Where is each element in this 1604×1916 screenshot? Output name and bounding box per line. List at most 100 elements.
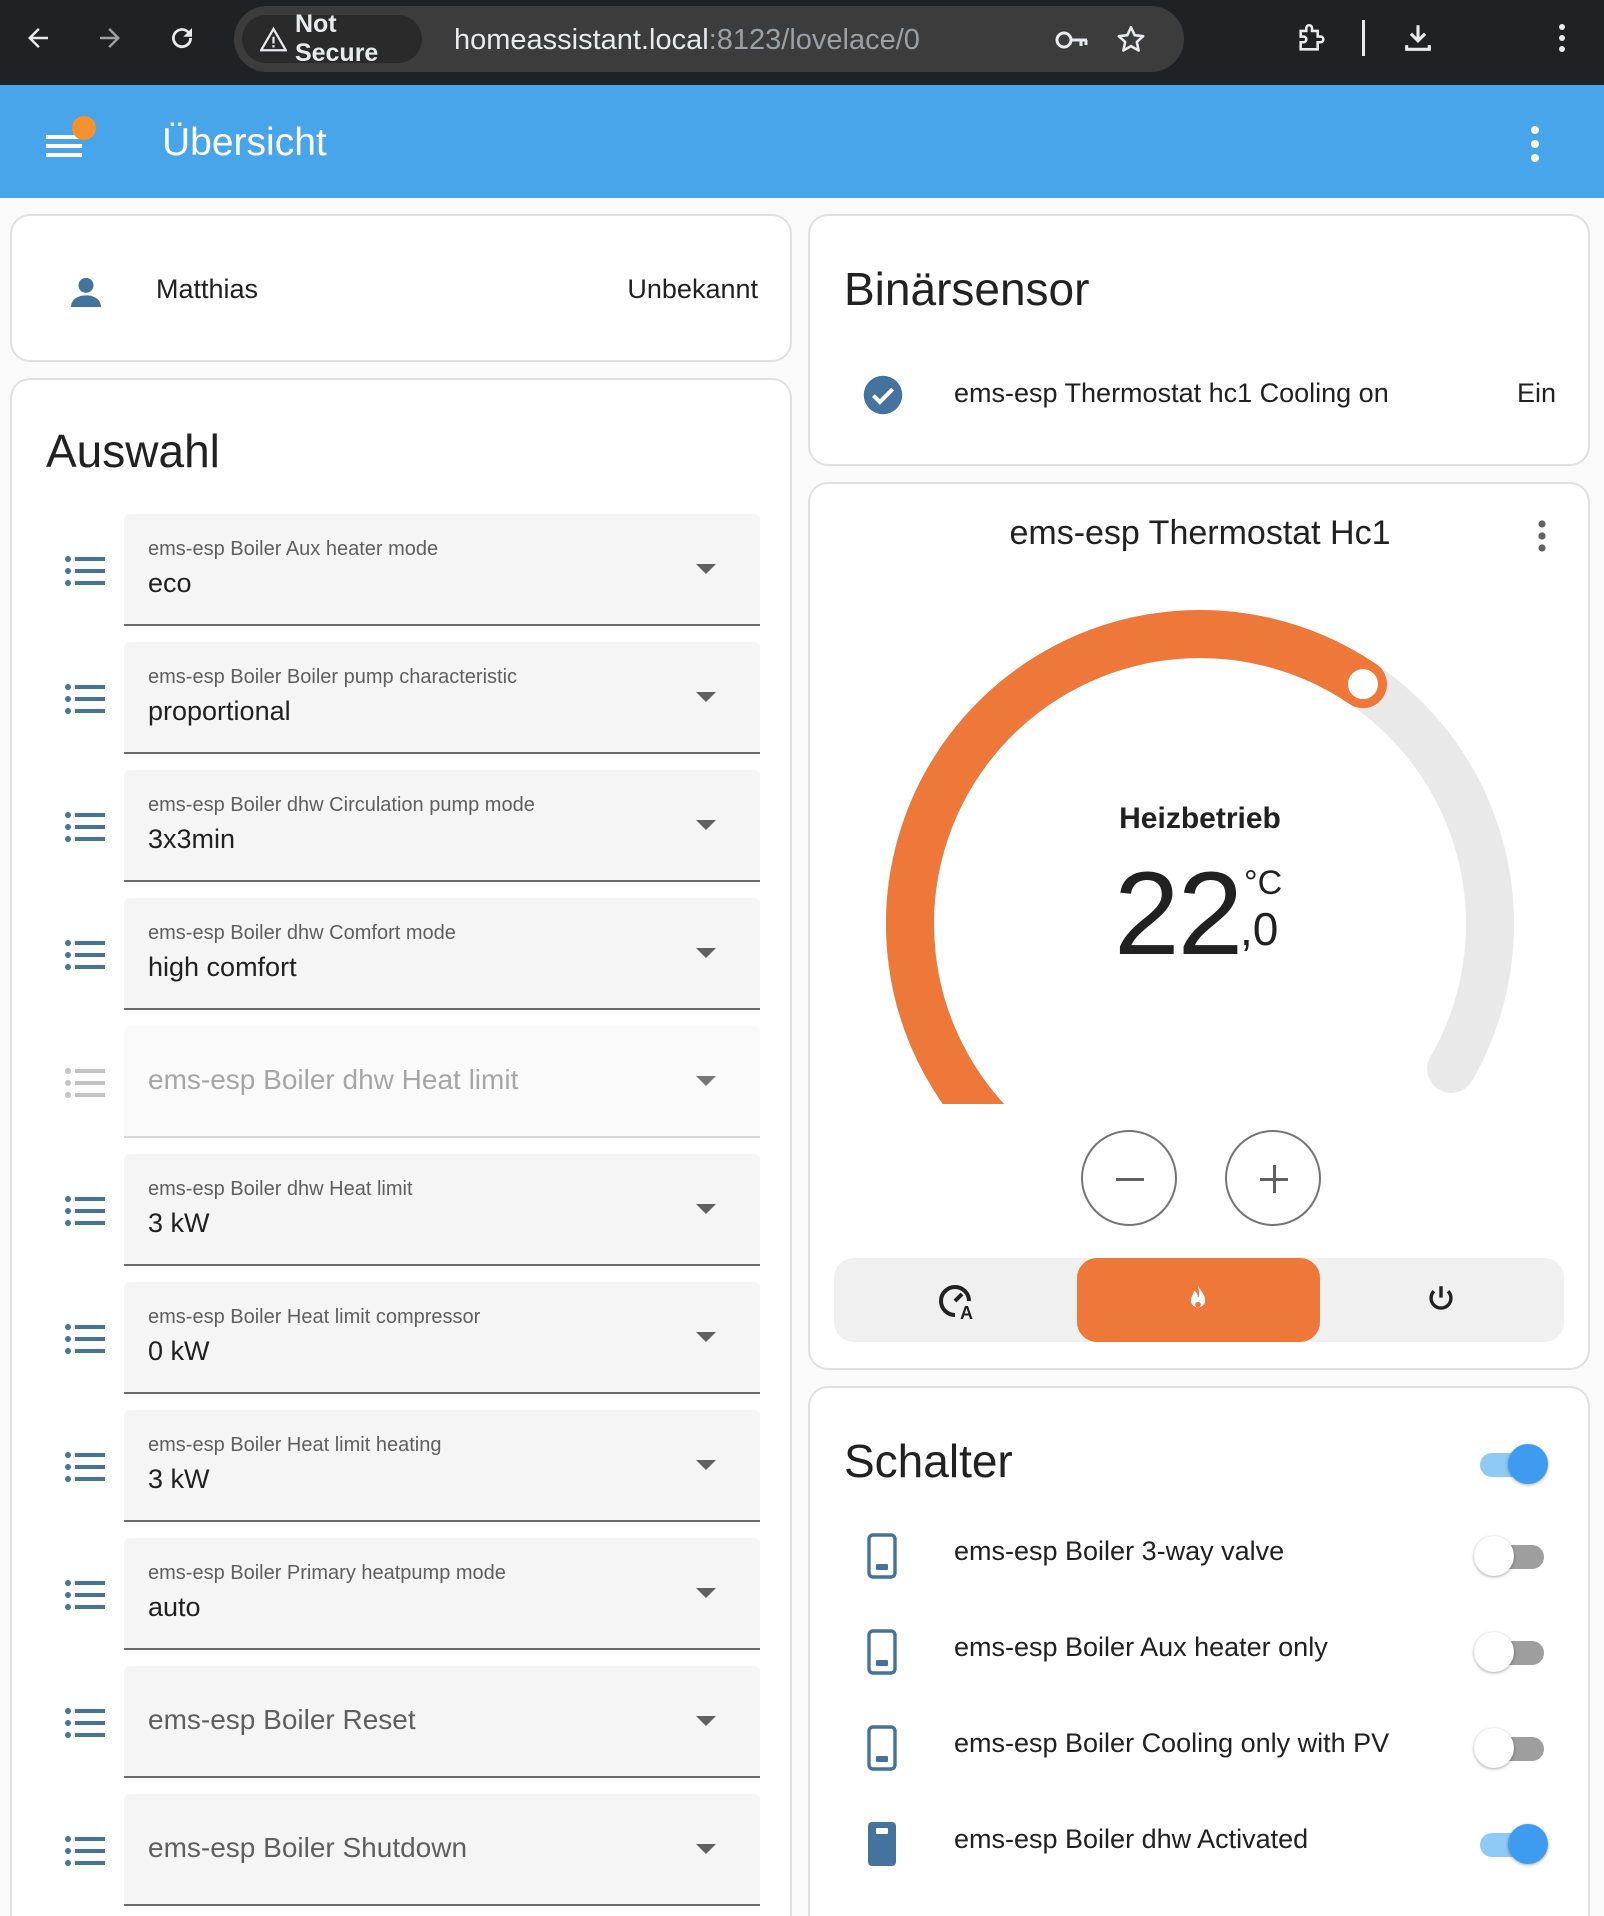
back-icon[interactable] — [18, 18, 58, 58]
select-value: 3 kW — [148, 1208, 210, 1238]
thermostat-card: ems-esp Thermostat Hc1 Heizbetrieb 22 °C… — [808, 482, 1590, 1370]
notification-badge[interactable] — [72, 116, 96, 140]
select-row[interactable]: ems-esp Boiler Reset — [12, 1666, 802, 1778]
forward-icon[interactable] — [90, 18, 130, 58]
select-field[interactable]: ems-esp Boiler dhw Comfort mode high comf… — [124, 898, 760, 1010]
auto-mode-icon: A — [939, 1285, 973, 1320]
dropdown-arrow-icon — [696, 564, 716, 574]
select-row[interactable]: ems-esp Boiler Boiler pump characteristi… — [12, 642, 802, 754]
url-host: homeassistant.local — [454, 24, 709, 56]
select-field[interactable]: ems-esp Boiler dhw Heat limit 3 kW — [124, 1154, 760, 1266]
select-field: ems-esp Boiler dhw Heat limit — [124, 1026, 760, 1138]
select-row[interactable]: ems-esp Boiler Heat limit compressor 0 kW — [12, 1282, 802, 1394]
select-value: proportional — [148, 696, 291, 726]
select-label: ems-esp Boiler Reset — [148, 1704, 416, 1735]
mode-auto-button[interactable]: A — [834, 1258, 1077, 1342]
switch-device-icon — [862, 1724, 902, 1777]
extensions-icon[interactable] — [1292, 18, 1332, 58]
url-text[interactable]: homeassistant.local:8123/lovelace/0 — [454, 24, 920, 57]
dropdown-arrow-icon — [696, 1460, 716, 1470]
switch-device-icon — [862, 1820, 902, 1873]
security-chip[interactable]: Not Secure — [242, 10, 422, 67]
select-value: eco — [148, 568, 192, 598]
switch-device-icon — [862, 1532, 902, 1585]
format-list-icon — [64, 938, 106, 972]
dropdown-arrow-icon — [696, 1588, 716, 1598]
dial-handle[interactable] — [1342, 663, 1385, 706]
select-row[interactable]: ems-esp Boiler dhw Circulation pump mode… — [12, 770, 802, 882]
browser-menu-icon[interactable] — [1542, 18, 1582, 58]
select-row[interactable]: ems-esp Boiler dhw Comfort mode high comf… — [12, 898, 802, 1010]
person-state: Unbekannt — [627, 274, 758, 304]
select-field[interactable]: ems-esp Boiler Primary heatpump mode auto — [124, 1538, 760, 1650]
format-list-icon — [64, 1834, 106, 1868]
format-list-icon — [64, 554, 106, 588]
switch-toggle[interactable] — [1474, 1632, 1546, 1672]
dropdown-arrow-icon — [696, 1844, 716, 1854]
minus-icon — [1116, 1178, 1144, 1181]
select-value: 3 kW — [148, 1464, 210, 1494]
format-list-icon — [64, 810, 106, 844]
switch-name[interactable]: ems-esp Boiler 3-way valve — [954, 1536, 1284, 1567]
toggle-knob — [1474, 1536, 1514, 1576]
switch-name[interactable]: ems-esp Boiler Aux heater only — [954, 1632, 1328, 1663]
app-header: Übersicht — [0, 85, 1604, 198]
card-title: Auswahl — [46, 425, 220, 477]
mode-heat-button[interactable] — [1077, 1258, 1320, 1342]
key-icon[interactable] — [1054, 23, 1088, 57]
select-field[interactable]: ems-esp Boiler Heat limit heating 3 kW — [124, 1410, 760, 1522]
switch-toggle[interactable] — [1474, 1824, 1548, 1864]
select-label: ems-esp Boiler Primary heatpump mode — [148, 1562, 506, 1584]
increase-temp-button[interactable] — [1225, 1130, 1321, 1226]
select-row[interactable]: ems-esp Boiler Shutdown — [12, 1794, 802, 1906]
entity-name[interactable]: ems-esp Thermostat hc1 Cooling on — [954, 378, 1389, 409]
hvac-mode-selector: A — [834, 1258, 1564, 1342]
dropdown-arrow-icon — [696, 692, 716, 702]
toggle-knob — [1508, 1824, 1548, 1864]
select-row[interactable]: ems-esp Boiler Aux heater mode eco — [12, 514, 802, 626]
dropdown-arrow-icon — [696, 1076, 716, 1086]
dropdown-arrow-icon — [696, 1204, 716, 1214]
dropdown-arrow-icon — [696, 948, 716, 958]
switch-name[interactable]: ems-esp Boiler dhw Activated — [954, 1824, 1308, 1855]
download-icon[interactable] — [1398, 18, 1438, 58]
decrease-temp-button[interactable] — [1081, 1130, 1177, 1226]
select-row[interactable]: ems-esp Boiler dhw Heat limit 3 kW — [12, 1154, 802, 1266]
power-icon — [1429, 1286, 1453, 1310]
more-options-icon[interactable] — [1520, 121, 1550, 167]
person-card[interactable]: Matthias Unbekannt — [10, 214, 792, 362]
switch-toggle[interactable] — [1474, 1536, 1546, 1576]
format-list-icon — [64, 1578, 106, 1612]
select-row[interactable]: ems-esp Boiler Heat limit heating 3 kW — [12, 1410, 802, 1522]
dropdown-arrow-icon — [696, 1332, 716, 1342]
select-label: ems-esp Boiler dhw Comfort mode — [148, 922, 456, 944]
select-label: ems-esp Boiler Heat limit compressor — [148, 1306, 481, 1328]
format-list-icon — [64, 1322, 106, 1356]
select-field[interactable]: ems-esp Boiler dhw Circulation pump mode… — [124, 770, 760, 882]
temperature-decimal: ,0 — [1240, 903, 1279, 955]
select-field[interactable]: ems-esp Boiler Shutdown — [124, 1794, 760, 1906]
select-field[interactable]: ems-esp Boiler Boiler pump characteristi… — [124, 642, 760, 754]
select-label: ems-esp Boiler Shutdown — [148, 1832, 468, 1863]
select-field[interactable]: ems-esp Boiler Heat limit compressor 0 kW — [124, 1282, 760, 1394]
switch-toggle[interactable] — [1474, 1728, 1546, 1768]
select-label: ems-esp Boiler Aux heater mode — [148, 538, 439, 560]
address-bar[interactable]: Not Secure homeassistant.local:8123/love… — [234, 6, 1184, 72]
master-toggle[interactable] — [1474, 1444, 1548, 1484]
toggle-knob — [1474, 1632, 1514, 1672]
toggle-knob — [1508, 1444, 1548, 1484]
binary-sensor-card: Binärsensor ems-esp Thermostat hc1 Cooli… — [808, 214, 1590, 466]
mode-off-button[interactable] — [1320, 1258, 1563, 1342]
page-title: Übersicht — [162, 121, 327, 164]
plus-icon — [1260, 1165, 1288, 1193]
temperature-unit: °C — [1244, 864, 1283, 902]
select-row[interactable]: ems-esp Boiler Primary heatpump mode auto — [12, 1538, 802, 1650]
switch-name[interactable]: ems-esp Boiler Cooling only with PV — [954, 1728, 1389, 1759]
target-temperature: 22 — [1114, 848, 1243, 980]
reload-icon[interactable] — [162, 18, 202, 58]
select-field[interactable]: ems-esp Boiler Aux heater mode eco — [124, 514, 760, 626]
select-field[interactable]: ems-esp Boiler Reset — [124, 1666, 760, 1778]
hvac-mode-label: Heizbetrieb — [1119, 802, 1281, 835]
star-icon[interactable] — [1114, 23, 1148, 57]
auswahl-card: Auswahl ems-esp Boiler Aux heater mode ec… — [10, 378, 792, 1916]
